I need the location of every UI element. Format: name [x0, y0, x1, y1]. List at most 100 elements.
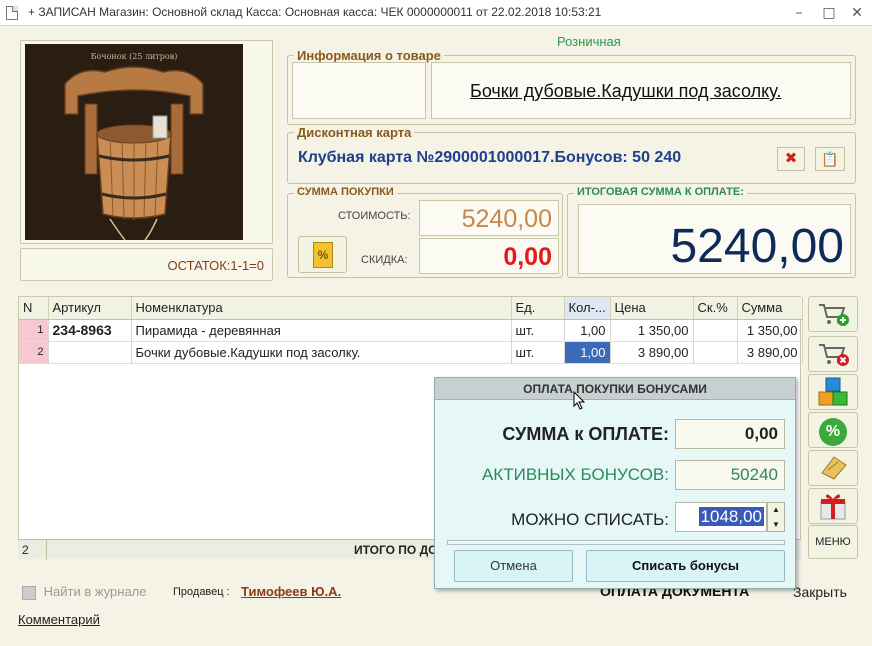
find-in-journal-link[interactable]: Найти в журнале: [22, 584, 147, 600]
journal-icon: [22, 585, 36, 600]
discount-card-text: Клубная карта №2900001000017.Бонусов: 50…: [298, 149, 682, 166]
cost-value-box: 5240,00: [419, 200, 559, 236]
dialog-can-input[interactable]: 1048,00: [675, 502, 767, 532]
spinner-down-icon[interactable]: ▼: [772, 520, 780, 529]
product-info-legend: Информация о товаре: [294, 48, 444, 63]
seller-name-link[interactable]: Тимофеев Ю.А.: [241, 584, 341, 599]
cell-article: [48, 341, 132, 364]
product-info-blank: [292, 62, 426, 119]
stock-text: ОСТАТОК:1-1=0: [167, 258, 265, 273]
col-n[interactable]: N: [19, 297, 49, 320]
cell-unit: шт.: [511, 319, 565, 342]
dialog-can-value: 1048,00: [698, 507, 764, 526]
discount-button[interactable]: %: [298, 236, 347, 273]
cell-sum: 3 890,00: [737, 341, 803, 364]
dialog-active-field: 50240: [675, 460, 785, 490]
product-name[interactable]: Бочки дубовые.Кадушки под засолку.: [470, 81, 781, 102]
discount-value-box: 0,00: [419, 238, 559, 274]
product-info-group: Информация о товаре Бочки дубовые.Кадушк…: [287, 48, 856, 125]
spinner-up-icon[interactable]: ▲: [772, 505, 780, 514]
cost-label: СТОИМОСТЬ:: [338, 210, 411, 222]
footer-divider: [46, 540, 47, 560]
menu-button[interactable]: МЕНЮ: [808, 525, 858, 559]
cell-qty-selected[interactable]: 1,00: [564, 341, 611, 364]
discount-label: СКИДКА:: [361, 254, 408, 266]
blocks-icon: [818, 377, 848, 407]
total-value-box: 5240,00: [578, 204, 851, 274]
col-discount[interactable]: Ск.%: [693, 297, 738, 320]
dialog-sum-label: СУММА к ОПЛАТЕ:: [502, 424, 669, 444]
remove-from-cart-button[interactable]: [808, 336, 858, 372]
find-in-journal-label: Найти в журнале: [43, 584, 147, 599]
table-row[interactable]: 2 Бочки дубовые.Кадушки под засолку. шт.…: [19, 341, 803, 364]
red-x-icon: ✖: [784, 150, 798, 167]
col-name[interactable]: Номенклатура: [131, 297, 512, 320]
seller-label: Продавец :: [173, 586, 230, 598]
discount-card-group: Дисконтная карта Клубная карта №29000010…: [287, 125, 856, 184]
title-bar: + ЗАПИСАН Магазин: Основной склад Касса:…: [0, 0, 872, 26]
col-article[interactable]: Артикул: [48, 297, 132, 320]
price-type: Розничная: [557, 34, 621, 49]
col-unit[interactable]: Ед.: [511, 297, 565, 320]
cell-discount: [693, 341, 738, 364]
purchase-legend: СУММА ПОКУПКИ: [294, 186, 397, 198]
cell-price: 3 890,00: [610, 341, 694, 364]
coupon-icon: [818, 455, 848, 481]
close-form-button[interactable]: Закрыть: [793, 584, 847, 600]
dialog-apply-button[interactable]: Списать бонусы: [586, 550, 785, 582]
total-legend: ИТОГОВАЯ СУММА К ОПЛАТЕ:: [574, 186, 747, 198]
cart-add-icon: [817, 301, 849, 327]
catalog-button[interactable]: [808, 374, 858, 410]
cell-price: 1 350,00: [610, 319, 694, 342]
cell-qty[interactable]: 1,00: [564, 319, 611, 342]
col-price[interactable]: Цена: [610, 297, 694, 320]
footer-total-label: ИТОГО ПО ДО: [354, 543, 438, 557]
cell-article: 234-8963: [48, 319, 132, 342]
percent-icon: %: [819, 418, 847, 446]
dialog-cancel-button[interactable]: Отмена: [454, 550, 573, 582]
cell-sum: 1 350,00: [737, 319, 803, 342]
gift-button[interactable]: [808, 488, 858, 524]
cell-discount: [693, 319, 738, 342]
total-group: ИТОГОВАЯ СУММА К ОПЛАТЕ: 5240,00: [567, 186, 856, 278]
discount-percent-button[interactable]: %: [808, 412, 858, 448]
dialog-can-label: МОЖНО СПИСАТЬ:: [511, 510, 669, 529]
footer-count: 2: [22, 543, 29, 557]
clear-card-button[interactable]: ✖: [777, 147, 805, 171]
stock-panel: ОСТАТОК:1-1=0: [20, 248, 273, 281]
dialog-sum-field: 0,00: [675, 419, 785, 449]
dialog-can-spinner[interactable]: ▲ ▼: [767, 502, 785, 532]
barrel-image: [64, 66, 204, 240]
comment-link[interactable]: Комментарий: [18, 612, 100, 627]
photo-caption: Бочонок (25 литров): [90, 52, 178, 61]
dialog-active-label: АКТИВНЫХ БОНУСОВ:: [481, 465, 669, 484]
clipboard-icon: 📋: [821, 151, 839, 167]
close-button[interactable]: ✕: [848, 4, 866, 22]
cost-value: 5240,00: [461, 205, 552, 233]
dialog-title: ОПЛАТА ПОКУПКИ БОНУСАМИ: [435, 378, 795, 400]
product-photo: Бочонок (25 литров): [25, 44, 243, 240]
gift-icon: [818, 491, 848, 521]
col-sum[interactable]: Сумма: [737, 297, 803, 320]
cell-n: 2: [19, 341, 49, 364]
cell-name: Бочки дубовые.Кадушки под засолку.: [131, 341, 512, 364]
cell-name: Пирамида - деревянная: [131, 319, 512, 342]
total-value: 5240,00: [670, 220, 844, 273]
maximize-button[interactable]: □: [820, 4, 838, 22]
cell-n: 1: [19, 319, 49, 342]
discount-value: 0,00: [503, 243, 552, 271]
document-icon: [6, 6, 18, 20]
card-info-button[interactable]: 📋: [815, 147, 845, 171]
table-header: N Артикул Номенклатура Ед. Кол-... Цена …: [19, 297, 803, 320]
bonus-payment-dialog: ОПЛАТА ПОКУПКИ БОНУСАМИ СУММА к ОПЛАТЕ: …: [434, 377, 796, 589]
coupon-button[interactable]: [808, 450, 858, 486]
cart-remove-icon: [817, 341, 849, 367]
discount-tag-icon: %: [313, 242, 333, 268]
purchase-sum-group: СУММА ПОКУПКИ СТОИМОСТЬ: 5240,00 % СКИДК…: [287, 186, 563, 278]
col-qty[interactable]: Кол-...: [564, 297, 611, 320]
product-photo-panel: Бочонок (25 литров): [20, 40, 273, 244]
add-to-cart-button[interactable]: [808, 296, 858, 332]
table-row[interactable]: 1 234-8963 Пирамида - деревянная шт. 1,0…: [19, 319, 803, 342]
minimize-button[interactable]: –: [790, 4, 808, 22]
product-name-box: Бочки дубовые.Кадушки под засолку.: [431, 62, 851, 119]
